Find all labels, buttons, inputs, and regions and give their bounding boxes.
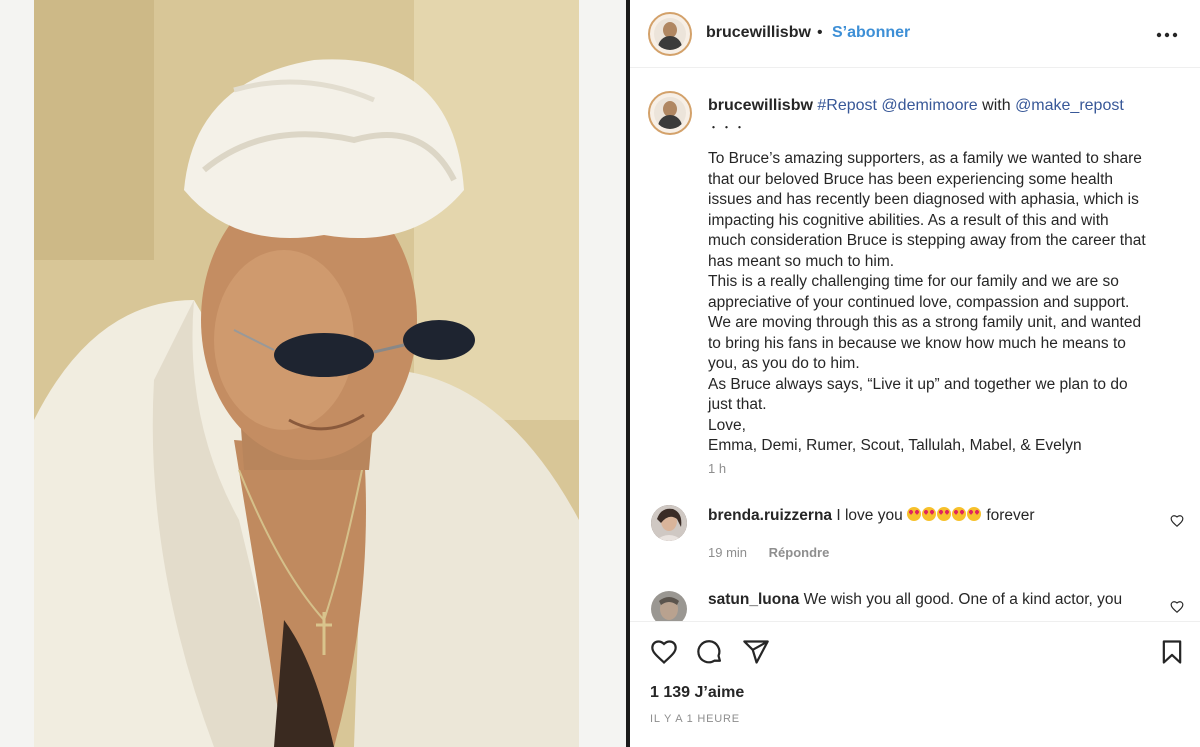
- comment-icon[interactable]: [696, 638, 724, 666]
- comment-time[interactable]: 19 min: [708, 545, 747, 560]
- comment-body: We wish you all good. One of a kind acto…: [803, 591, 1123, 608]
- caption-line: As Bruce always says, “Live it up” and t…: [708, 375, 1128, 393]
- header-separator: •: [817, 24, 823, 41]
- caption-line: To Bruce’s amazing supporters, as a fami…: [708, 150, 1142, 167]
- comment-item: brenda.ruizzerna I love you forever 19 m…: [630, 505, 1200, 565]
- comment-like-heart-icon[interactable]: [1170, 600, 1184, 614]
- caption-header: brucewillisbw #Repost @demimoore with @m…: [708, 97, 1124, 115]
- more-horizontal-icon[interactable]: [1156, 24, 1178, 44]
- follow-button[interactable]: S’abonner: [832, 24, 910, 42]
- post-time[interactable]: IL Y A 1 HEURE: [650, 713, 740, 725]
- author-avatar[interactable]: [648, 12, 692, 56]
- caption-with-word: with: [982, 97, 1011, 114]
- commenter-avatar[interactable]: [651, 505, 687, 541]
- comment-username[interactable]: brenda.ruizzerna: [708, 507, 832, 524]
- photo-illustration: [34, 0, 579, 747]
- caption-dots: ・・・: [708, 122, 747, 134]
- heart-eyes-emoji: [907, 507, 982, 524]
- caption-line: that our beloved Bruce has been experien…: [708, 170, 1113, 188]
- caption-line: Love,: [708, 416, 746, 434]
- comment-body: I love you: [836, 507, 903, 524]
- bookmark-icon[interactable]: [1158, 638, 1186, 666]
- comment-item: satun_luona We wish you all good. One of…: [630, 589, 1200, 621]
- comments-scroll-area[interactable]: brucewillisbw #Repost @demimoore with @m…: [630, 69, 1200, 621]
- likes-count[interactable]: 1 139 J’aime: [650, 684, 744, 702]
- caption-hashtag[interactable]: #Repost: [817, 97, 877, 114]
- media-panel: [0, 0, 626, 747]
- caption-line: This is a really challenging time for ou…: [708, 273, 1119, 290]
- post-actions: 1 139 J’aime IL Y A 1 HEURE: [630, 621, 1200, 747]
- caption-mention-demimoore[interactable]: @demimoore: [881, 97, 977, 114]
- post-header: brucewillisbw • S’abonner: [630, 0, 1200, 68]
- comment-meta: 19 min Répondre: [708, 545, 829, 560]
- comment-like-heart-icon[interactable]: [1170, 514, 1184, 528]
- caption-avatar[interactable]: [648, 91, 692, 135]
- caption-mention-make-repost[interactable]: @make_repost: [1015, 97, 1124, 114]
- comment-text: brenda.ruizzerna I love you forever: [708, 507, 1035, 525]
- caption-text: To Bruce’s amazing supporters, as a fami…: [708, 149, 1186, 457]
- caption-line: to bring his fans in because we know how…: [708, 334, 1126, 352]
- reply-button[interactable]: Répondre: [769, 545, 830, 560]
- commenter-avatar[interactable]: [651, 591, 687, 621]
- caption-time[interactable]: 1 h: [708, 461, 726, 476]
- caption-line: you, as you do to him.: [708, 355, 860, 372]
- post-photo[interactable]: [34, 0, 579, 747]
- caption-line: issues and has recently been diagnosed w…: [708, 191, 1139, 208]
- comment-username[interactable]: satun_luona: [708, 591, 799, 608]
- caption-line: has meant so much to him.: [708, 252, 895, 270]
- caption-username[interactable]: brucewillisbw: [708, 97, 813, 114]
- comment-text: satun_luona We wish you all good. One of…: [708, 591, 1122, 609]
- caption-line: just that.: [708, 396, 767, 413]
- comment-body-end: forever: [986, 507, 1035, 524]
- author-username[interactable]: brucewillisbw: [706, 24, 811, 42]
- caption-line: impacting his cognitive abilities. As a …: [708, 211, 1109, 229]
- caption-line: We are moving through this as a strong f…: [708, 314, 1142, 331]
- caption-line: Emma, Demi, Rumer, Scout, Tallulah, Mabe…: [708, 437, 1082, 454]
- caption-line: much consideration Bruce is stepping awa…: [708, 232, 1146, 249]
- heart-icon[interactable]: [650, 638, 678, 666]
- caption-line: appreciative of your continued love, com…: [708, 293, 1130, 311]
- post-panel: brucewillisbw • S’abonner brucewillisbw …: [630, 0, 1200, 747]
- paper-plane-icon[interactable]: [742, 638, 770, 666]
